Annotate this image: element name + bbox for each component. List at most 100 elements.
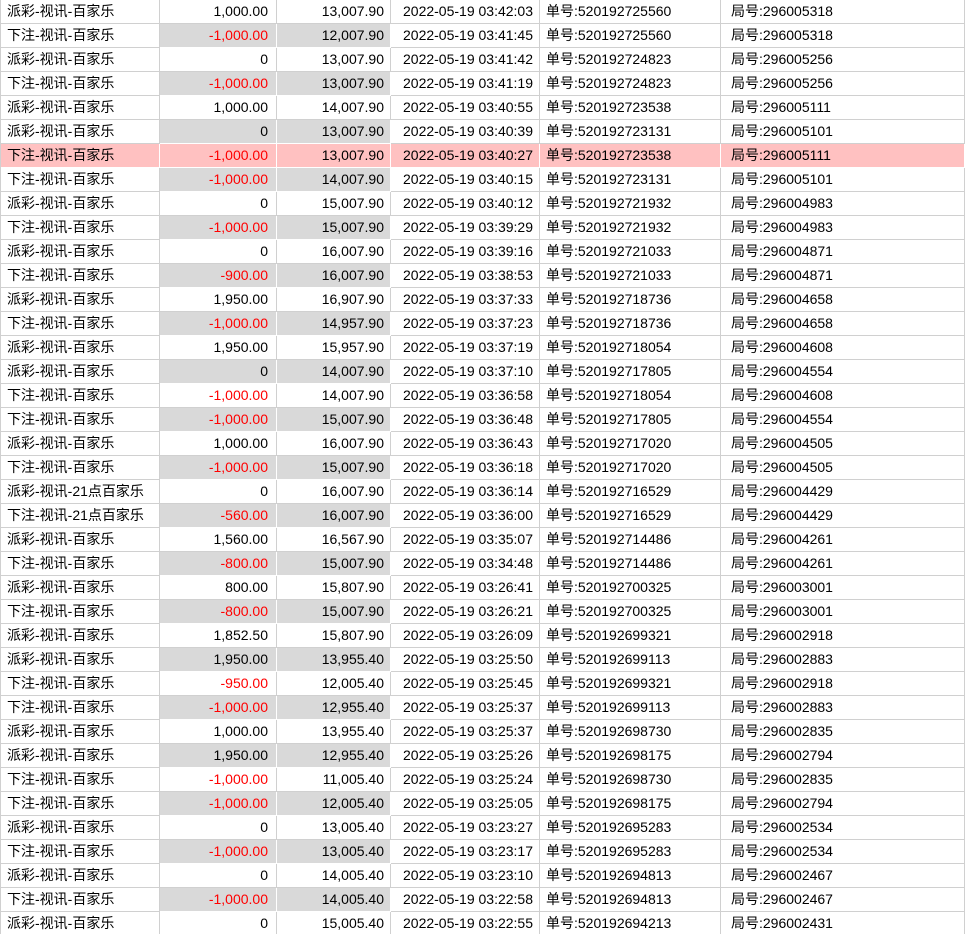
balance-cell: 14,005.40	[277, 864, 391, 888]
table-row[interactable]: 下注-视讯-百家乐 -1,000.00 13,005.40 2022-05-19…	[1, 840, 965, 864]
order-number-label: 单号:	[546, 27, 578, 43]
table-row[interactable]: 派彩-视讯-百家乐 0 13,007.90 2022-05-19 03:40:3…	[1, 120, 965, 144]
round-number-cell: 局号:296005256	[721, 72, 965, 96]
table-row[interactable]: 派彩-视讯-百家乐 1,000.00 13,007.90 2022-05-19 …	[1, 0, 965, 24]
table-row[interactable]: 派彩-视讯-百家乐 1,000.00 16,007.90 2022-05-19 …	[1, 432, 965, 456]
table-row[interactable]: 下注-视讯-百家乐 -1,000.00 11,005.40 2022-05-19…	[1, 768, 965, 792]
balance-cell: 14,005.40	[277, 888, 391, 912]
order-number-label: 单号:	[546, 51, 578, 67]
table-row[interactable]: 派彩-视讯-百家乐 0 16,007.90 2022-05-19 03:39:1…	[1, 240, 965, 264]
round-number-label: 局号:	[731, 387, 763, 403]
bet-type-cell: 派彩-视讯-百家乐	[1, 816, 160, 840]
round-number-value: 296005101	[763, 171, 833, 187]
table-row[interactable]: 派彩-视讯-百家乐 1,852.50 15,807.90 2022-05-19 …	[1, 624, 965, 648]
round-number-value: 296004554	[763, 363, 833, 379]
balance-cell: 13,955.40	[277, 720, 391, 744]
order-number-value: 520192717020	[578, 459, 671, 475]
order-number-label: 单号:	[546, 507, 578, 523]
table-row[interactable]: 派彩-视讯-百家乐 1,000.00 14,007.90 2022-05-19 …	[1, 96, 965, 120]
table-row[interactable]: 派彩-视讯-百家乐 1,950.00 16,907.90 2022-05-19 …	[1, 288, 965, 312]
round-number-label: 局号:	[731, 435, 763, 451]
bet-type-cell: 派彩-视讯-百家乐	[1, 0, 160, 24]
order-number-value: 520192698175	[578, 795, 671, 811]
balance-cell: 14,007.90	[277, 384, 391, 408]
round-number-label: 局号:	[731, 555, 763, 571]
round-number-cell: 局号:296005101	[721, 168, 965, 192]
table-row[interactable]: 下注-视讯-百家乐 -800.00 15,007.90 2022-05-19 0…	[1, 600, 965, 624]
round-number-label: 局号:	[731, 819, 763, 835]
table-row[interactable]: 派彩-视讯-百家乐 0 13,007.90 2022-05-19 03:41:4…	[1, 48, 965, 72]
round-number-label: 局号:	[731, 123, 763, 139]
table-row[interactable]: 派彩-视讯-百家乐 1,950.00 12,955.40 2022-05-19 …	[1, 744, 965, 768]
timestamp-cell: 2022-05-19 03:37:23	[391, 312, 540, 336]
table-row[interactable]: 下注-视讯-百家乐 -1,000.00 13,007.90 2022-05-19…	[1, 144, 965, 168]
round-number-value: 296005111	[763, 99, 831, 115]
round-number-value: 296004505	[763, 459, 833, 475]
bet-type-cell: 派彩-视讯-百家乐	[1, 48, 160, 72]
table-row[interactable]: 下注-视讯-百家乐 -1,000.00 12,005.40 2022-05-19…	[1, 792, 965, 816]
table-row[interactable]: 派彩-视讯-百家乐 1,950.00 13,955.40 2022-05-19 …	[1, 648, 965, 672]
balance-cell: 15,957.90	[277, 336, 391, 360]
round-number-cell: 局号:296002431	[721, 912, 965, 934]
round-number-label: 局号:	[731, 747, 763, 763]
round-number-cell: 局号:296004505	[721, 432, 965, 456]
table-row[interactable]: 下注-视讯-百家乐 -1,000.00 14,957.90 2022-05-19…	[1, 312, 965, 336]
table-row[interactable]: 派彩-视讯-百家乐 1,950.00 15,957.90 2022-05-19 …	[1, 336, 965, 360]
table-row[interactable]: 下注-视讯-百家乐 -1,000.00 15,007.90 2022-05-19…	[1, 408, 965, 432]
table-row[interactable]: 派彩-视讯-百家乐 0 13,005.40 2022-05-19 03:23:2…	[1, 816, 965, 840]
order-number-label: 单号:	[546, 747, 578, 763]
table-row[interactable]: 下注-视讯-百家乐 -1,000.00 14,007.90 2022-05-19…	[1, 384, 965, 408]
round-number-label: 局号:	[731, 75, 763, 91]
bet-type-cell: 派彩-视讯-百家乐	[1, 120, 160, 144]
table-row[interactable]: 下注-视讯-百家乐 -1,000.00 15,007.90 2022-05-19…	[1, 456, 965, 480]
timestamp-cell: 2022-05-19 03:25:05	[391, 792, 540, 816]
table-row[interactable]: 派彩-视讯-百家乐 0 14,005.40 2022-05-19 03:23:1…	[1, 864, 965, 888]
table-row[interactable]: 派彩-视讯-21点百家乐 0 16,007.90 2022-05-19 03:3…	[1, 480, 965, 504]
table-row[interactable]: 派彩-视讯-百家乐 1,560.00 16,567.90 2022-05-19 …	[1, 528, 965, 552]
order-number-value: 520192695283	[578, 819, 671, 835]
table-row[interactable]: 派彩-视讯-百家乐 0 15,005.40 2022-05-19 03:22:5…	[1, 912, 965, 934]
table-row[interactable]: 下注-视讯-百家乐 -1,000.00 14,007.90 2022-05-19…	[1, 168, 965, 192]
round-number-label: 局号:	[731, 603, 763, 619]
round-number-value: 296004658	[763, 291, 833, 307]
round-number-cell: 局号:296002918	[721, 624, 965, 648]
order-number-value: 520192723131	[578, 171, 671, 187]
order-number-label: 单号:	[546, 627, 578, 643]
round-number-label: 局号:	[731, 3, 763, 19]
table-row[interactable]: 下注-视讯-百家乐 -800.00 15,007.90 2022-05-19 0…	[1, 552, 965, 576]
round-number-cell: 局号:296004261	[721, 552, 965, 576]
round-number-cell: 局号:296002534	[721, 840, 965, 864]
order-number-cell: 单号:520192717020	[540, 456, 721, 480]
order-number-value: 520192694213	[578, 915, 671, 931]
order-number-value: 520192716529	[578, 483, 671, 499]
table-row[interactable]: 派彩-视讯-百家乐 0 15,007.90 2022-05-19 03:40:1…	[1, 192, 965, 216]
bet-type-cell: 派彩-视讯-百家乐	[1, 240, 160, 264]
table-row[interactable]: 派彩-视讯-百家乐 800.00 15,807.90 2022-05-19 03…	[1, 576, 965, 600]
order-number-cell: 单号:520192721033	[540, 264, 721, 288]
table-row[interactable]: 下注-视讯-百家乐 -1,000.00 12,955.40 2022-05-19…	[1, 696, 965, 720]
timestamp-cell: 2022-05-19 03:41:19	[391, 72, 540, 96]
order-number-label: 单号:	[546, 3, 578, 19]
table-row[interactable]: 下注-视讯-百家乐 -1,000.00 15,007.90 2022-05-19…	[1, 216, 965, 240]
balance-cell: 12,007.90	[277, 24, 391, 48]
table-row[interactable]: 派彩-视讯-百家乐 0 14,007.90 2022-05-19 03:37:1…	[1, 360, 965, 384]
round-number-label: 局号:	[731, 627, 763, 643]
round-number-cell: 局号:296004871	[721, 240, 965, 264]
round-number-cell: 局号:296005111	[721, 144, 965, 168]
table-row[interactable]: 下注-视讯-21点百家乐 -560.00 16,007.90 2022-05-1…	[1, 504, 965, 528]
round-number-label: 局号:	[731, 867, 763, 883]
round-number-value: 296004429	[763, 507, 833, 523]
table-row[interactable]: 下注-视讯-百家乐 -950.00 12,005.40 2022-05-19 0…	[1, 672, 965, 696]
round-number-value: 296002534	[763, 819, 833, 835]
table-row[interactable]: 下注-视讯-百家乐 -1,000.00 13,007.90 2022-05-19…	[1, 72, 965, 96]
table-row[interactable]: 下注-视讯-百家乐 -1,000.00 12,007.90 2022-05-19…	[1, 24, 965, 48]
order-number-label: 单号:	[546, 891, 578, 907]
table-row[interactable]: 下注-视讯-百家乐 -900.00 16,007.90 2022-05-19 0…	[1, 264, 965, 288]
bet-type-cell: 下注-视讯-百家乐	[1, 768, 160, 792]
round-number-label: 局号:	[731, 171, 763, 187]
table-row[interactable]: 派彩-视讯-百家乐 1,000.00 13,955.40 2022-05-19 …	[1, 720, 965, 744]
table-row[interactable]: 下注-视讯-百家乐 -1,000.00 14,005.40 2022-05-19…	[1, 888, 965, 912]
round-number-value: 296005318	[763, 27, 833, 43]
timestamp-cell: 2022-05-19 03:36:18	[391, 456, 540, 480]
order-number-label: 单号:	[546, 795, 578, 811]
